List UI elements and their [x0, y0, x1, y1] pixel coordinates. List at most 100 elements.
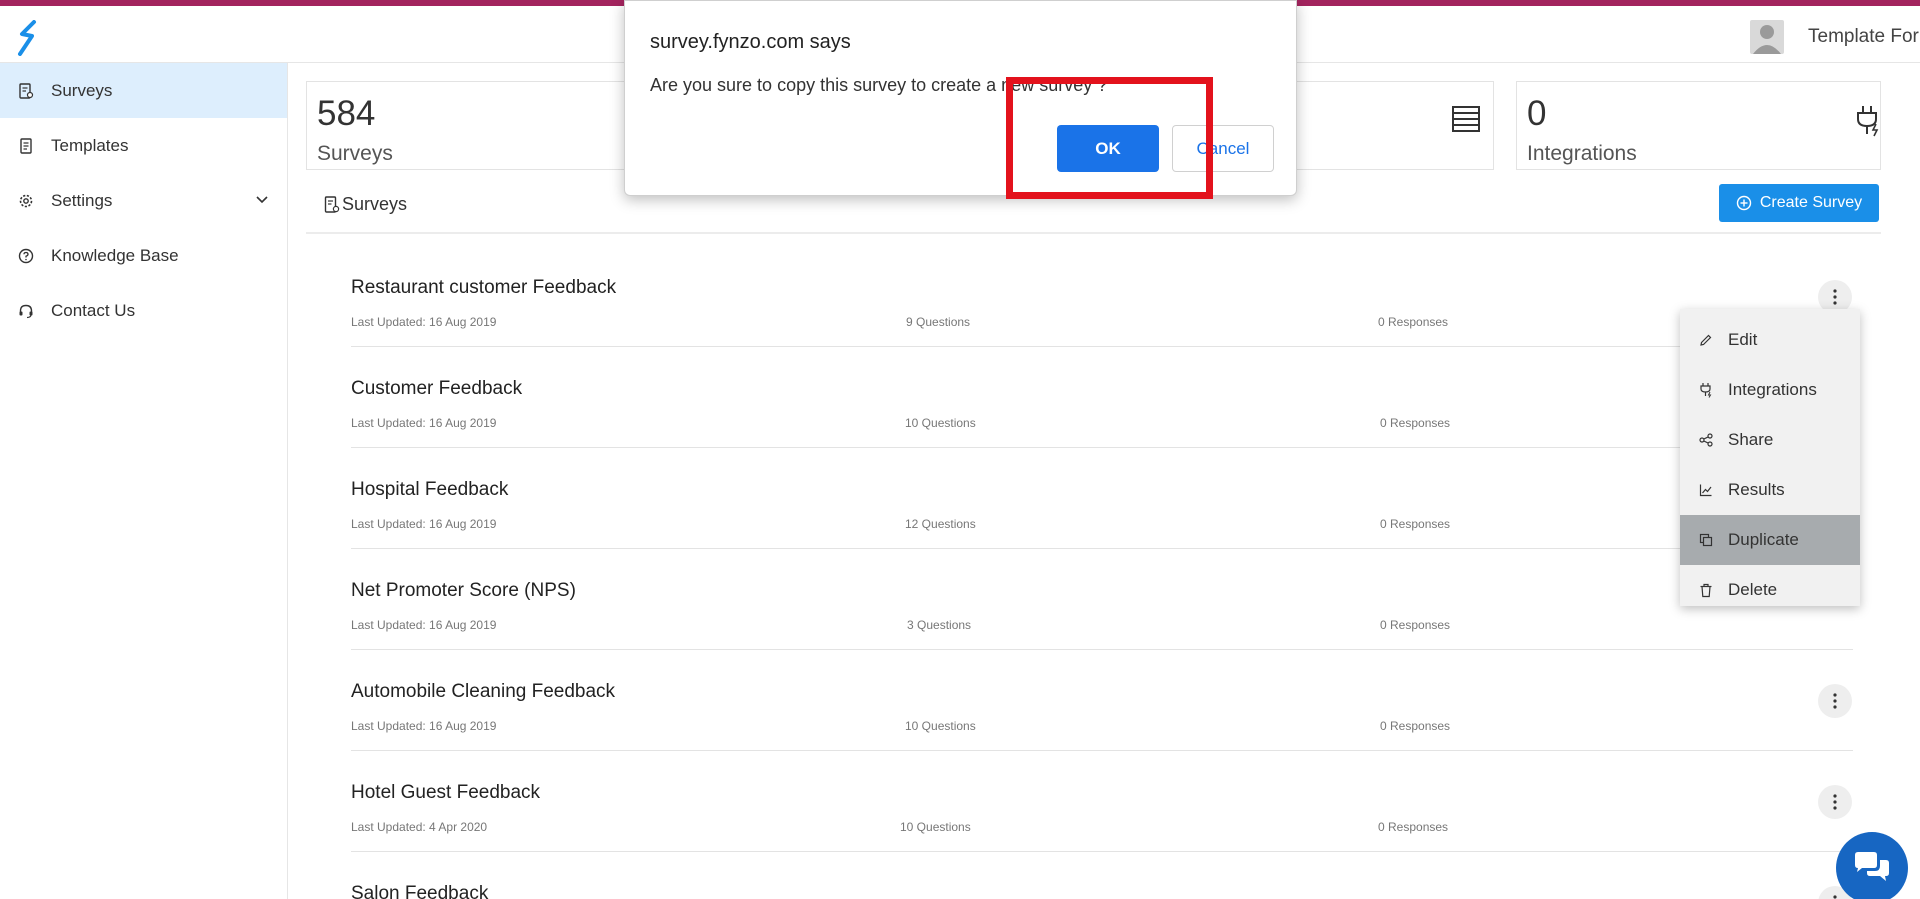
- survey-questions: 12 Questions: [905, 517, 976, 531]
- survey-updated: Last Updated: 16 Aug 2019: [351, 517, 497, 531]
- menu-item-label: Duplicate: [1728, 530, 1799, 549]
- survey-name[interactable]: Automobile Cleaning Feedback: [351, 681, 615, 703]
- sidebar-item-label: Templates: [51, 135, 129, 155]
- chevron-down-icon[interactable]: [255, 193, 269, 207]
- survey-name[interactable]: Hospital Feedback: [351, 479, 508, 501]
- stat-label: Surveys: [317, 142, 393, 165]
- survey-responses: 0 Responses: [1380, 517, 1451, 531]
- fynzo-logo-icon[interactable]: [16, 20, 40, 56]
- sidebar-item-surveys[interactable]: Surveys: [0, 63, 287, 118]
- survey-row[interactable]: Hotel Guest Feedback Last Updated: 4 Apr…: [351, 751, 1853, 852]
- menu-item-label: Edit: [1728, 330, 1758, 349]
- share-icon: [1698, 432, 1714, 448]
- menu-item-label: Integrations: [1728, 380, 1817, 399]
- survey-responses: 0 Responses: [1378, 820, 1449, 834]
- table-list-icon: [1452, 106, 1480, 132]
- survey-responses: 0 Responses: [1378, 315, 1449, 329]
- copy-icon: [1698, 532, 1714, 548]
- survey-questions: 10 Questions: [900, 820, 971, 834]
- headset-icon: [18, 303, 34, 319]
- plus-circle-icon: [1736, 195, 1752, 211]
- menu-item-share[interactable]: Share: [1680, 415, 1860, 465]
- survey-name[interactable]: Customer Feedback: [351, 378, 522, 400]
- pencil-icon: [1698, 332, 1714, 348]
- template-doc-icon: [18, 137, 34, 154]
- gear-icon: [18, 193, 34, 209]
- survey-updated: Last Updated: 16 Aug 2019: [351, 315, 497, 329]
- sidebar-item-label: Settings: [51, 190, 113, 210]
- survey-name[interactable]: Restaurant customer Feedback: [351, 277, 616, 299]
- survey-name[interactable]: Salon Feedback: [351, 883, 488, 899]
- survey-row[interactable]: Automobile Cleaning Feedback Last Update…: [351, 650, 1853, 751]
- survey-row[interactable]: Restaurant customer Feedback Last Update…: [351, 246, 1853, 347]
- menu-item-label: Delete: [1728, 580, 1778, 599]
- sidebar-item-label: Knowledge Base: [51, 245, 179, 265]
- survey-doc-icon: [18, 82, 34, 99]
- survey-responses: 0 Responses: [1380, 719, 1451, 733]
- stat-card-surveys[interactable]: 584 Surveys: [306, 81, 646, 170]
- survey-name[interactable]: Net Promoter Score (NPS): [351, 580, 576, 602]
- user-name[interactable]: Template For: [1808, 26, 1919, 48]
- stat-value: 0: [1527, 94, 1547, 133]
- survey-updated: Last Updated: 16 Aug 2019: [351, 618, 497, 632]
- survey-questions: 3 Questions: [907, 618, 972, 632]
- dialog-title: survey.fynzo.com says: [650, 31, 851, 53]
- menu-item-label: Results: [1728, 480, 1785, 499]
- sidebar-item-knowledge-base[interactable]: Knowledge Base: [0, 228, 287, 283]
- sidebar-item-contact-us[interactable]: Contact Us: [0, 283, 287, 338]
- plug-icon: [1698, 382, 1714, 398]
- chat-bubbles-icon: [1855, 852, 1889, 881]
- survey-row[interactable]: Customer Feedback Last Updated: 16 Aug 2…: [351, 347, 1853, 448]
- dialog-message: Are you sure to copy this survey to crea…: [650, 75, 1108, 95]
- survey-questions: 9 Questions: [906, 315, 971, 329]
- sidebar-item-label: Surveys: [51, 80, 113, 100]
- create-survey-button[interactable]: Create Survey: [1719, 184, 1879, 222]
- ok-button[interactable]: OK: [1057, 125, 1159, 172]
- sidebar-item-templates[interactable]: Templates: [0, 118, 287, 173]
- survey-responses: 0 Responses: [1380, 416, 1451, 430]
- survey-questions: 10 Questions: [905, 416, 976, 430]
- confirm-dialog: survey.fynzo.com says Are you sure to co…: [624, 0, 1297, 196]
- survey-row[interactable]: Hospital Feedback Last Updated: 16 Aug 2…: [351, 448, 1853, 549]
- trash-icon: [1698, 582, 1714, 598]
- survey-updated: Last Updated: 4 Apr 2020: [351, 820, 488, 834]
- chat-widget-button[interactable]: [1836, 832, 1908, 899]
- menu-item-results[interactable]: Results: [1680, 465, 1860, 515]
- more-options-button[interactable]: [1818, 684, 1852, 718]
- question-circle-icon: [18, 248, 34, 264]
- kebab-menu-icon: [1833, 794, 1837, 810]
- plug-icon: [1857, 106, 1879, 137]
- survey-options-menu: Edit Integrations Share Results Duplicat…: [1680, 309, 1860, 606]
- more-options-button[interactable]: [1818, 785, 1852, 819]
- survey-row[interactable]: Salon Feedback: [351, 852, 1853, 899]
- survey-questions: 10 Questions: [905, 719, 976, 733]
- user-avatar-icon: [1753, 25, 1781, 54]
- stat-card-integrations[interactable]: 0 Integrations: [1516, 81, 1881, 170]
- survey-doc-icon: [324, 195, 340, 213]
- stat-card-responses[interactable]: [1270, 81, 1494, 170]
- kebab-menu-icon: [1833, 693, 1837, 709]
- menu-item-label: Share: [1728, 430, 1774, 449]
- list-title: Surveys: [324, 194, 407, 215]
- list-title-label: Surveys: [342, 194, 408, 214]
- cancel-button[interactable]: Cancel: [1172, 125, 1274, 172]
- stat-value: 584: [317, 94, 376, 133]
- chart-line-icon: [1698, 482, 1714, 498]
- menu-item-edit[interactable]: Edit: [1680, 315, 1860, 365]
- kebab-menu-icon: [1833, 895, 1837, 899]
- avatar[interactable]: [1750, 20, 1784, 54]
- sidebar-item-settings[interactable]: Settings: [0, 173, 287, 228]
- create-survey-label: Create Survey: [1759, 194, 1863, 211]
- menu-item-integrations[interactable]: Integrations: [1680, 365, 1860, 415]
- sidebar-item-label: Contact Us: [51, 300, 136, 320]
- stat-label: Integrations: [1527, 142, 1637, 165]
- kebab-menu-icon: [1833, 289, 1837, 305]
- survey-row[interactable]: Net Promoter Score (NPS) Last Updated: 1…: [351, 549, 1853, 650]
- survey-updated: Last Updated: 16 Aug 2019: [351, 719, 497, 733]
- menu-item-duplicate[interactable]: Duplicate: [1680, 515, 1860, 565]
- survey-responses: 0 Responses: [1380, 618, 1451, 632]
- sidebar: Surveys Templates Settings Knowledge Bas…: [0, 63, 288, 899]
- survey-name[interactable]: Hotel Guest Feedback: [351, 782, 540, 804]
- survey-updated: Last Updated: 16 Aug 2019: [351, 416, 497, 430]
- menu-item-delete[interactable]: Delete: [1680, 565, 1860, 615]
